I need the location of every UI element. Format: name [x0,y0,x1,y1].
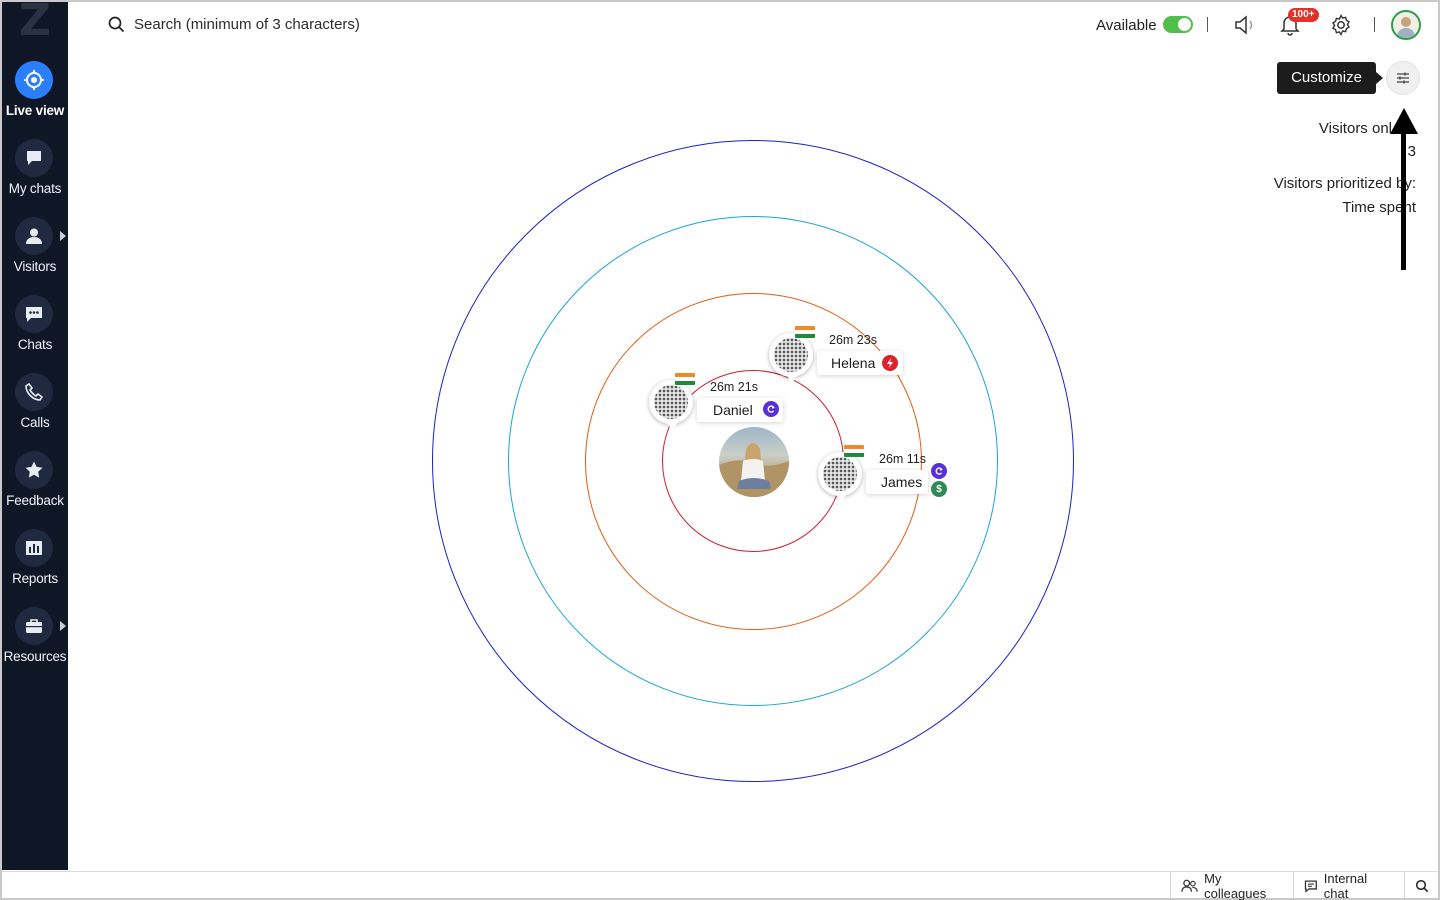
customize-button[interactable] [1386,61,1420,95]
availability-label: Available [1096,17,1157,34]
dollar-icon: $ [931,481,947,497]
my-colleagues-label: My colleagues [1204,870,1267,900]
operator-photo [719,427,789,497]
customize-tooltip: Customize [1277,62,1383,94]
internal-chat-icon [1304,879,1317,893]
india-flag-icon [675,373,695,385]
visitor-helena[interactable]: 26m 23s Helena [769,326,909,383]
footer-bar: My colleagues Internal chat [2,870,1438,900]
search-input[interactable]: Search (minimum of 3 characters) [134,16,360,33]
visitor-time: 26m 21s [710,380,758,394]
gear-icon[interactable] [1329,13,1353,37]
visitor-avatar [649,380,693,430]
refresh-icon [763,401,779,417]
footer-search-button[interactable] [1404,872,1438,899]
visitor-avatar [818,452,862,502]
my-colleagues-button[interactable]: My colleagues [1170,870,1293,900]
notification-badge: 100+ [1288,8,1319,22]
sliders-icon [1397,72,1409,84]
visitor-name: James [866,470,928,494]
visitor-james[interactable]: 26m 11s James $ [818,445,958,502]
visitor-daniel[interactable]: 26m 21s Daniel [649,373,789,430]
india-flag-icon [795,326,815,338]
internal-chat-label: Internal chat [1323,870,1368,900]
colleagues-icon [1181,879,1198,892]
avatar[interactable] [1391,10,1421,40]
india-flag-icon [844,445,864,457]
visitor-time: 26m 11s [879,452,927,466]
divider [1374,17,1375,32]
visitor-time: 26m 23s [829,333,877,347]
speaker-icon[interactable] [1234,13,1258,37]
divider [1207,17,1208,32]
search-icon [1415,879,1428,892]
visitor-avatar [769,333,813,383]
lightning-icon [882,355,898,371]
annotation-arrow [1401,124,1406,270]
live-view-radar: 26m 23s Helena 26m 21s Daniel 26m 11s Ja… [0,0,1440,870]
availability-toggle[interactable] [1163,16,1193,33]
refresh-icon [931,463,947,479]
search-icon[interactable] [108,16,125,38]
prioritized-label: Visitors prioritized by: [1273,175,1416,192]
visitors-online-count: 3 [1407,143,1416,160]
internal-chat-button[interactable]: Internal chat [1293,870,1404,900]
